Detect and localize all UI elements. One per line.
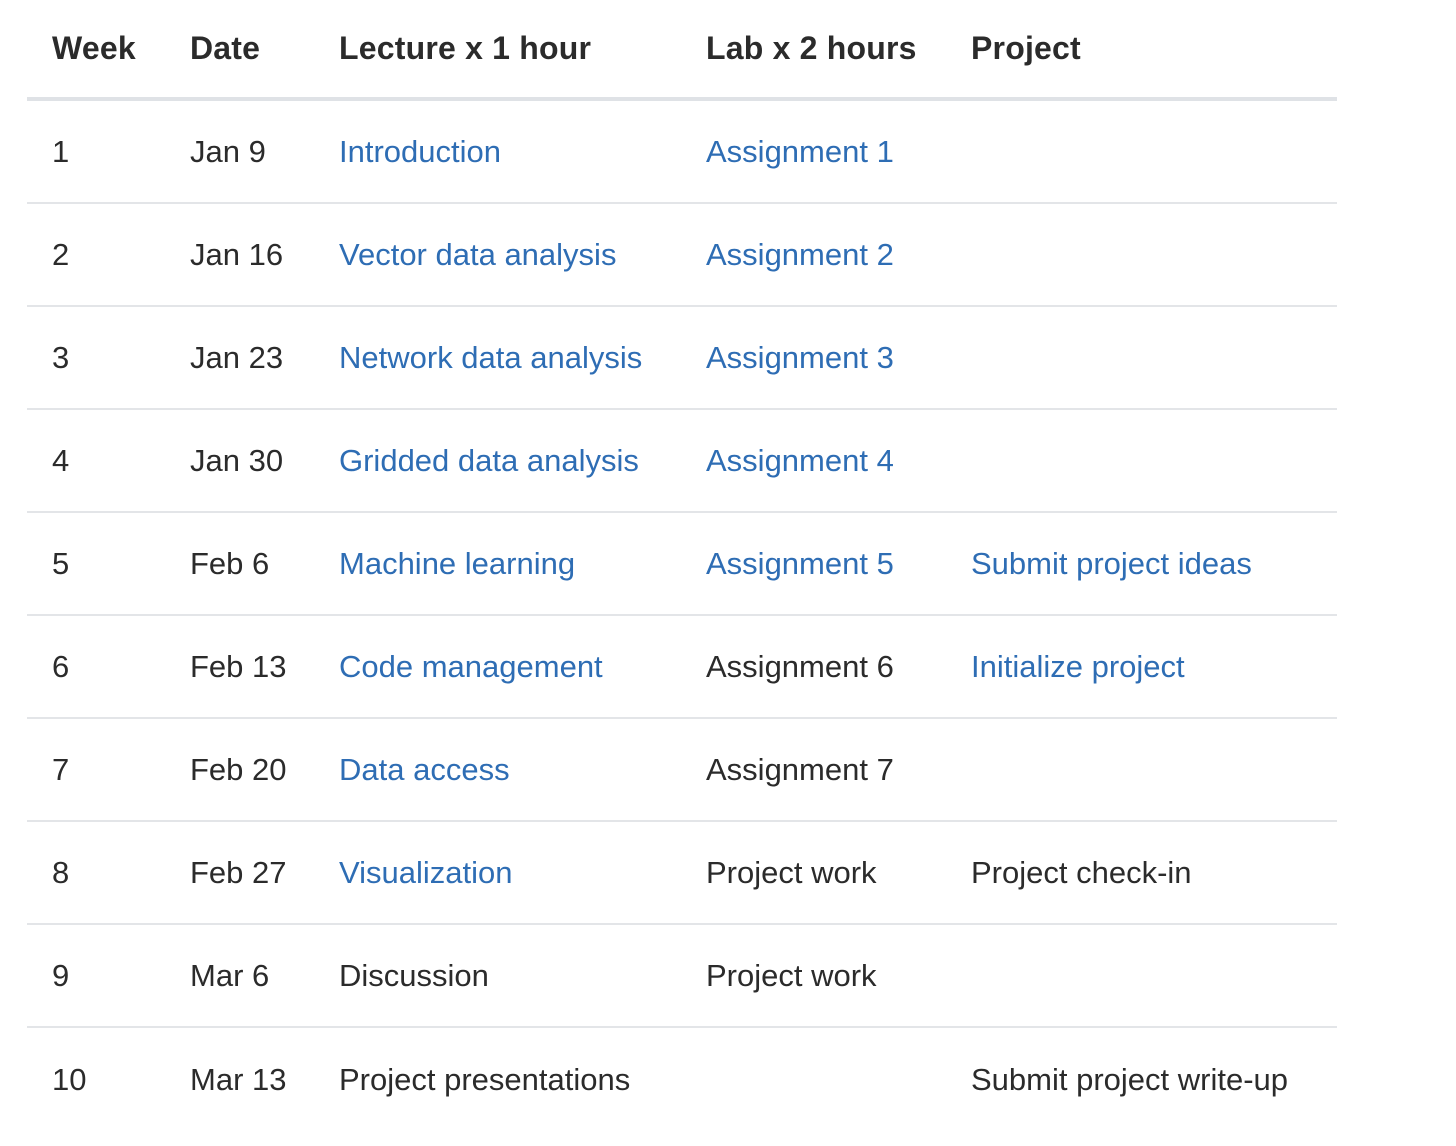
table-row: 6 Feb 13 Code management Assignment 6 In… bbox=[27, 616, 1337, 719]
header-lab: Lab x 2 hours bbox=[706, 30, 917, 66]
week-cell: 6 bbox=[52, 648, 70, 684]
lecture-link[interactable]: Visualization bbox=[339, 855, 512, 890]
table-row: 5 Feb 6 Machine learning Assignment 5 Su… bbox=[27, 513, 1337, 616]
lecture-link[interactable]: Data access bbox=[339, 752, 510, 787]
week-cell: 4 bbox=[52, 442, 70, 478]
lab-link[interactable]: Assignment 2 bbox=[706, 237, 894, 272]
date-cell: Mar 13 bbox=[190, 1061, 287, 1097]
lab-link[interactable]: Assignment 1 bbox=[706, 134, 894, 169]
lecture-link[interactable]: Vector data analysis bbox=[339, 237, 616, 272]
week-cell: 9 bbox=[52, 957, 70, 993]
lab-cell: Project work bbox=[706, 854, 877, 890]
lecture-link[interactable]: Gridded data analysis bbox=[339, 443, 639, 478]
table-row: 8 Feb 27 Visualization Project work Proj… bbox=[27, 822, 1337, 925]
lecture-link[interactable]: Network data analysis bbox=[339, 340, 642, 375]
project-cell: Project check-in bbox=[971, 854, 1192, 890]
lecture-link[interactable]: Introduction bbox=[339, 134, 501, 169]
date-cell: Jan 30 bbox=[190, 442, 284, 478]
schedule-table: Week Date Lecture x 1 hour Lab x 2 hours… bbox=[27, 0, 1337, 1131]
header-date: Date bbox=[190, 30, 261, 66]
table-row: 7 Feb 20 Data access Assignment 7 bbox=[27, 719, 1337, 822]
lecture-cell: Project presentations bbox=[339, 1061, 631, 1097]
date-cell: Jan 16 bbox=[190, 236, 284, 272]
header-lecture: Lecture x 1 hour bbox=[339, 30, 592, 66]
table-row: 9 Mar 6 Discussion Project work bbox=[27, 925, 1337, 1028]
header-week: Week bbox=[52, 30, 136, 66]
lecture-link[interactable]: Code management bbox=[339, 649, 603, 684]
table-header-row: Week Date Lecture x 1 hour Lab x 2 hours… bbox=[27, 0, 1337, 101]
week-cell: 3 bbox=[52, 339, 70, 375]
header-project: Project bbox=[971, 30, 1081, 66]
table-row: 3 Jan 23 Network data analysis Assignmen… bbox=[27, 307, 1337, 410]
lab-cell: Project work bbox=[706, 957, 877, 993]
week-cell: 8 bbox=[52, 854, 70, 890]
week-cell: 5 bbox=[52, 545, 70, 581]
project-link[interactable]: Submit project ideas bbox=[971, 546, 1252, 581]
week-cell: 7 bbox=[52, 751, 70, 787]
date-cell: Feb 20 bbox=[190, 751, 287, 787]
lab-link[interactable]: Assignment 5 bbox=[706, 546, 894, 581]
week-cell: 10 bbox=[52, 1061, 87, 1097]
table-row: 4 Jan 30 Gridded data analysis Assignmen… bbox=[27, 410, 1337, 513]
date-cell: Feb 13 bbox=[190, 648, 287, 684]
lab-link[interactable]: Assignment 4 bbox=[706, 443, 894, 478]
date-cell: Jan 9 bbox=[190, 133, 266, 169]
week-cell: 2 bbox=[52, 236, 70, 272]
date-cell: Mar 6 bbox=[190, 957, 270, 993]
lab-link[interactable]: Assignment 3 bbox=[706, 340, 894, 375]
lab-cell: Assignment 6 bbox=[706, 648, 894, 684]
date-cell: Feb 6 bbox=[190, 545, 270, 581]
lab-cell: Assignment 7 bbox=[706, 751, 894, 787]
project-cell: Submit project write-up bbox=[971, 1061, 1289, 1097]
table-row: 10 Mar 13 Project presentations Submit p… bbox=[27, 1028, 1337, 1131]
lecture-link[interactable]: Machine learning bbox=[339, 546, 575, 581]
project-link[interactable]: Initialize project bbox=[971, 649, 1185, 684]
date-cell: Jan 23 bbox=[190, 339, 284, 375]
lecture-cell: Discussion bbox=[339, 957, 489, 993]
date-cell: Feb 27 bbox=[190, 854, 287, 890]
table-row: 1 Jan 9 Introduction Assignment 1 bbox=[27, 101, 1337, 204]
table-row: 2 Jan 16 Vector data analysis Assignment… bbox=[27, 204, 1337, 307]
week-cell: 1 bbox=[52, 133, 70, 169]
